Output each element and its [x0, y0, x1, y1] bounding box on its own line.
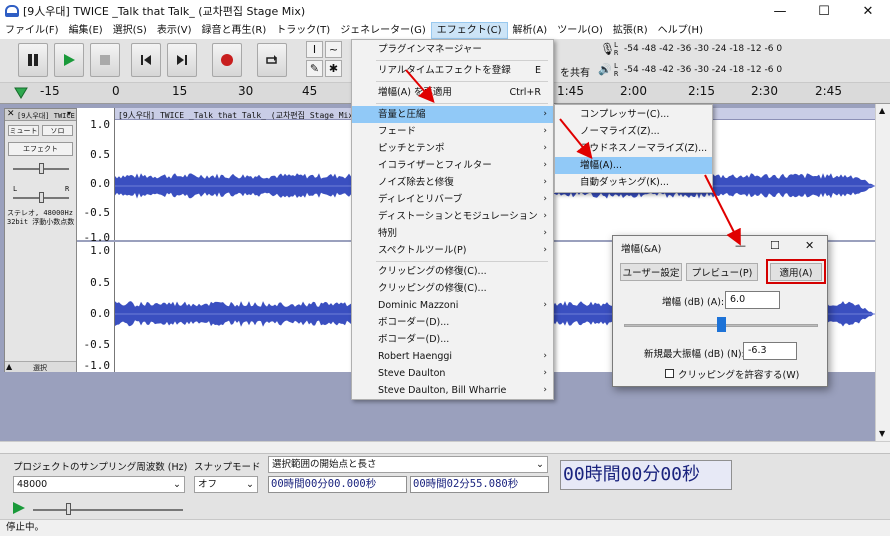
arrow-1 [405, 69, 435, 104]
snap-mode-label: スナップモード [194, 462, 261, 473]
chevron-down-icon: ⌄ [246, 479, 254, 490]
project-rate-select[interactable]: 48000 ⌄ [13, 476, 185, 493]
project-rate-label: プロジェクトのサンプリング周波数 (Hz) [13, 462, 188, 473]
selection-toolbar: プロジェクトのサンプリング周波数 (Hz) 48000 ⌄ スナップモード オフ ⌄… [0, 453, 890, 519]
play-speed-thumb[interactable] [66, 503, 71, 515]
selection-length-time[interactable]: 00時間02分55.080秒 [410, 476, 549, 493]
status-text: 停止中。 [6, 522, 45, 533]
chevron-down-icon: ⌄ [173, 479, 181, 490]
status-bar: 停止中。 [0, 519, 890, 536]
play-at-speed-icon[interactable] [12, 501, 26, 515]
arrow-3 [704, 174, 741, 246]
chevron-down-icon: ⌄ [536, 459, 544, 470]
arrow-2 [559, 118, 593, 160]
selection-start-time[interactable]: 00時間00分00.000秒 [268, 476, 407, 493]
snap-mode-select[interactable]: オフ ⌄ [194, 476, 258, 493]
audio-position-time[interactable]: 00時間00分00秒 [560, 460, 732, 490]
selection-mode-select[interactable]: 選択範囲の開始点と長さ ⌄ [268, 456, 548, 473]
play-speed-slider[interactable] [33, 509, 183, 511]
